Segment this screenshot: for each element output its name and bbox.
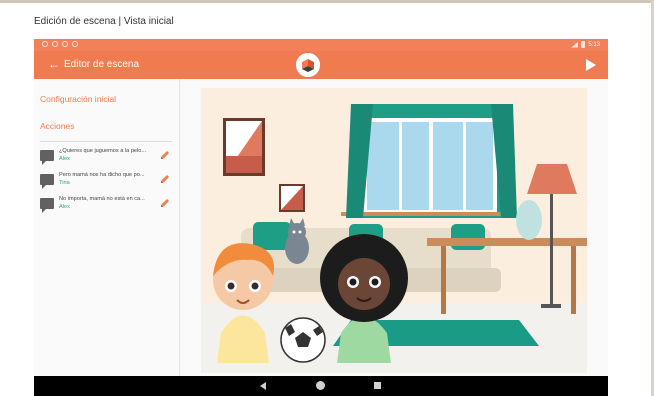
action-item[interactable]: Pero mamá nos ha dicho que po... Tina bbox=[40, 171, 174, 195]
window-illustration bbox=[341, 104, 521, 218]
app-bar: ← Editor de escena bbox=[34, 51, 608, 79]
nav-recent-icon[interactable] bbox=[374, 382, 381, 389]
app-title: Editor de escena bbox=[64, 59, 140, 70]
status-right: 5:13 bbox=[571, 41, 600, 48]
android-nav-bar bbox=[34, 376, 608, 396]
action-text: ¿Quieres que juguemos a la pelo... bbox=[59, 148, 147, 154]
action-character: Tina bbox=[59, 180, 70, 186]
nav-back-icon[interactable] bbox=[260, 382, 266, 390]
play-icon[interactable] bbox=[586, 59, 596, 71]
pencil-icon[interactable] bbox=[159, 197, 171, 209]
action-character: Alex bbox=[59, 204, 70, 210]
vase-illustration bbox=[516, 200, 542, 240]
status-icons bbox=[42, 41, 78, 47]
action-item[interactable]: No importa, mamá no está en ca... Alex bbox=[40, 195, 174, 219]
section-initial-config[interactable]: Configuración inicial bbox=[40, 94, 116, 104]
notification-status-icon bbox=[52, 41, 58, 47]
settings-status-icon bbox=[42, 41, 48, 47]
nav-home-icon[interactable] bbox=[316, 381, 325, 390]
sidebar: Configuración inicial Acciones ¿Quieres … bbox=[34, 79, 180, 396]
action-text: No importa, mamá no está en ca... bbox=[59, 196, 145, 202]
window-top-border bbox=[0, 0, 654, 3]
window-title: Edición de escena | Vista inicial bbox=[34, 16, 174, 27]
app-logo bbox=[296, 53, 320, 77]
pencil-icon[interactable] bbox=[159, 149, 171, 161]
alert-status-icon bbox=[72, 41, 78, 47]
status-bar: 5:13 bbox=[34, 39, 608, 51]
status-time: 5:13 bbox=[588, 41, 600, 48]
action-character: Alex bbox=[59, 156, 70, 162]
divider bbox=[40, 141, 172, 142]
action-item[interactable]: ¿Quieres que juguemos a la pelo... Alex bbox=[40, 147, 174, 171]
tablet-screen: 5:13 ← Editor de escena Configuración in… bbox=[34, 39, 608, 396]
action-list: ¿Quieres que juguemos a la pelo... Alex … bbox=[40, 147, 174, 219]
chat-bubble-icon bbox=[40, 174, 54, 189]
chat-bubble-icon bbox=[40, 150, 54, 165]
section-actions[interactable]: Acciones bbox=[40, 121, 75, 131]
pencil-icon[interactable] bbox=[159, 173, 171, 185]
painting-large bbox=[223, 118, 265, 176]
chat-bubble-icon bbox=[40, 198, 54, 213]
painting-small bbox=[279, 184, 305, 212]
battery-icon bbox=[581, 41, 586, 48]
signal-icon bbox=[571, 41, 579, 48]
action-text: Pero mamá nos ha dicho que po... bbox=[59, 172, 145, 178]
soccer-ball-illustration bbox=[280, 317, 326, 363]
scene-preview bbox=[201, 88, 587, 373]
sync-status-icon bbox=[62, 41, 68, 47]
arrow-left-icon[interactable]: ← bbox=[48, 57, 60, 71]
